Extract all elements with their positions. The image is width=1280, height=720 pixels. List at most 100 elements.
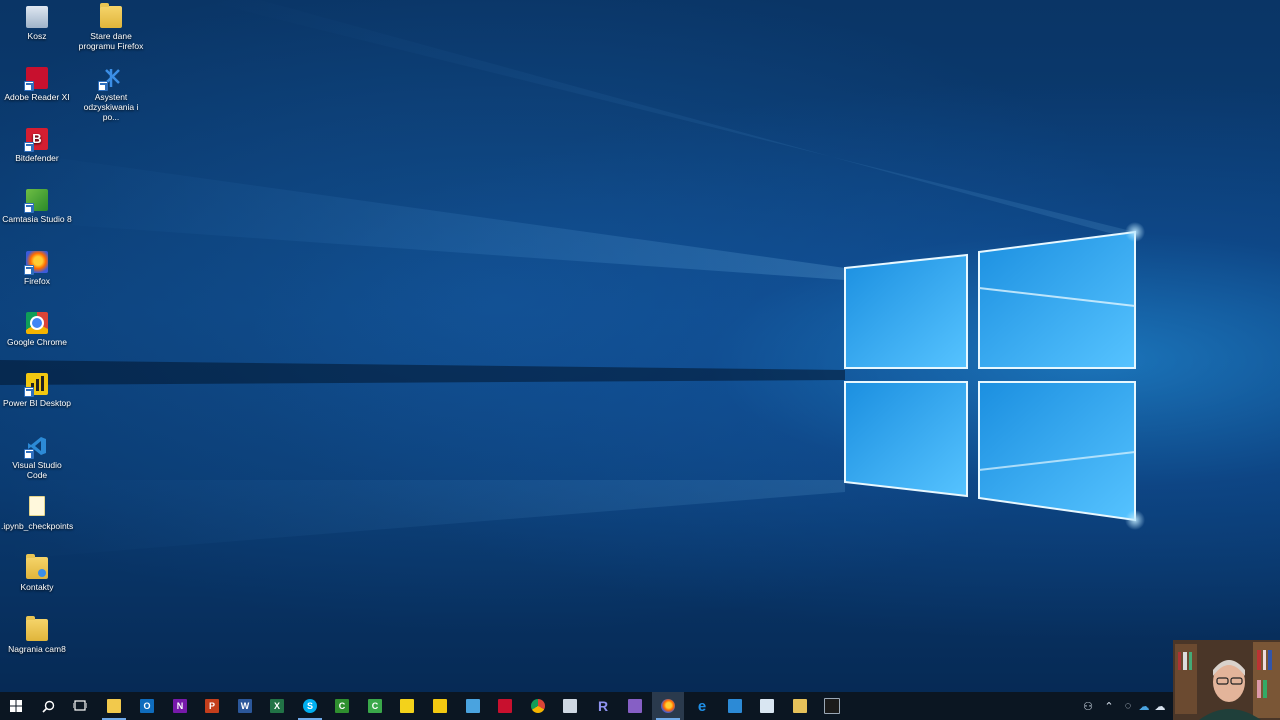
- camtasia-recorder-icon: C: [335, 699, 349, 713]
- desktop-icon-label: Nagrania cam8: [8, 644, 66, 654]
- firefox-icon: [661, 699, 675, 713]
- desktop-icon-chrome[interactable]: Google Chrome: [1, 312, 73, 347]
- camtasia-studio-icon: C: [368, 699, 382, 713]
- desktop-icon-bitdefender[interactable]: B Bitdefender: [1, 128, 73, 163]
- network-icon[interactable]: ◌: [1120, 700, 1136, 712]
- search-button[interactable]: [32, 692, 64, 720]
- adobe-reader-icon: [24, 67, 48, 91]
- taskbar-r[interactable]: R: [587, 692, 619, 720]
- desktop-icon-adobe-reader[interactable]: Adobe Reader XI: [1, 67, 73, 102]
- shortcut-arrow-icon: [98, 81, 108, 91]
- taskbar-excel[interactable]: X: [261, 692, 293, 720]
- shortcut-arrow-icon: [24, 449, 34, 459]
- excel-icon: X: [270, 699, 284, 713]
- desktop-icon-firefox[interactable]: Firefox: [1, 251, 73, 286]
- shortcut-arrow-icon: [24, 81, 34, 91]
- taskbar-acrobat[interactable]: [489, 692, 521, 720]
- taskbar-sticky-notes[interactable]: [391, 692, 423, 720]
- file-explorer-icon: [107, 699, 121, 713]
- taskbar-firefox[interactable]: [652, 692, 684, 720]
- desktop-icon-label: Camtasia Studio 8: [2, 214, 72, 224]
- desktop-icon-ipynb-checkpoints[interactable]: .ipynb_checkpoints: [1, 496, 73, 531]
- desktop-icon-label: Stare dane programu Firefox: [78, 31, 144, 51]
- file-icon: [29, 496, 45, 518]
- desktop-icon-camtasia[interactable]: Camtasia Studio 8: [1, 189, 73, 224]
- system-tray: ⚇ ⌃ ◌ ☁ ☁: [1078, 692, 1168, 720]
- windows-hero-wallpaper: [0, 0, 1145, 560]
- desktop-icon-label: Kosz: [27, 31, 47, 41]
- desktop-icon-label: Power BI Desktop: [2, 398, 72, 408]
- snipping-tool-icon: [793, 699, 807, 713]
- desktop-icon-label: Google Chrome: [6, 337, 67, 347]
- chrome-icon: [531, 699, 545, 713]
- shortcut-arrow-icon: [24, 203, 34, 213]
- desktop-icon-recovery-assistant[interactable]: Asystent odzyskiwania i po...: [75, 67, 147, 122]
- desktop-icon-label: Firefox: [24, 276, 50, 286]
- r-icon: R: [597, 698, 609, 714]
- people-icon[interactable]: ⚇: [1078, 700, 1098, 713]
- firefox-icon: [24, 251, 48, 275]
- skype-icon: S: [303, 699, 317, 713]
- word-icon: W: [238, 699, 252, 713]
- search-icon: [41, 700, 54, 713]
- task-view-icon: [73, 700, 87, 711]
- sticky-notes-icon: [400, 699, 414, 713]
- taskbar-power-bi[interactable]: [424, 692, 456, 720]
- contact-card-icon: [38, 569, 46, 577]
- desktop-icon-recordings[interactable]: Nagrania cam8: [1, 616, 73, 654]
- folder-icon: [26, 616, 48, 641]
- edge-icon: e: [697, 697, 707, 715]
- desktop-icon-contacts[interactable]: Kontakty: [1, 554, 73, 592]
- file-page-icon: [29, 496, 45, 516]
- recovery-assistant-icon: [98, 67, 122, 91]
- desktop[interactable]: Kosz Stare dane programu Firefox Adobe R…: [0, 0, 1280, 692]
- taskbar-outlook[interactable]: O: [131, 692, 163, 720]
- taskbar-edge[interactable]: e: [686, 692, 718, 720]
- taskbar: O N P W X S C C R e ⚇ ⌃ ◌ ☁ ☁: [0, 692, 1280, 720]
- taskbar-visual-studio[interactable]: [619, 692, 651, 720]
- taskbar-chrome[interactable]: [522, 692, 554, 720]
- outlook-icon: O: [140, 699, 154, 713]
- taskbar-word[interactable]: W: [229, 692, 261, 720]
- desktop-icon-recycle-bin[interactable]: Kosz: [1, 6, 73, 41]
- shortcut-arrow-icon: [24, 387, 34, 397]
- chrome-icon: [26, 312, 48, 334]
- desktop-icon-vscode[interactable]: Visual Studio Code: [1, 435, 73, 480]
- folder-icon: [100, 3, 122, 28]
- desktop-icon-label: Visual Studio Code: [12, 460, 62, 480]
- desktop-icon-power-bi[interactable]: Power BI Desktop: [1, 373, 73, 408]
- camtasia-icon: [24, 189, 48, 213]
- taskbar-file-explorer[interactable]: [98, 692, 130, 720]
- desktop-icon-label: .ipynb_checkpoints: [1, 521, 74, 531]
- start-button[interactable]: [0, 692, 32, 720]
- task-view-button[interactable]: [64, 692, 96, 720]
- taskbar-document[interactable]: [554, 692, 586, 720]
- taskbar-skype[interactable]: S: [294, 692, 326, 720]
- shortcut-arrow-icon: [24, 265, 34, 275]
- bitdefender-icon: B: [24, 128, 48, 152]
- desktop-icon-label: Adobe Reader XI: [4, 92, 70, 102]
- windows-start-icon: [10, 700, 22, 712]
- taskbar-remote-desktop[interactable]: [457, 692, 489, 720]
- taskbar-powerpoint[interactable]: P: [196, 692, 228, 720]
- powerpoint-icon: P: [205, 699, 219, 713]
- taskbar-camtasia-studio[interactable]: C: [359, 692, 391, 720]
- taskbar-snipping-tool[interactable]: [784, 692, 816, 720]
- power-bi-icon: [24, 373, 48, 397]
- taskbar-vscode[interactable]: [719, 692, 751, 720]
- desktop-icon-label: Bitdefender: [15, 153, 59, 163]
- desktop-icon-label: Asystent odzyskiwania i po...: [83, 92, 139, 122]
- desktop-icon-old-firefox-data[interactable]: Stare dane programu Firefox: [75, 3, 147, 51]
- taskbar-onenote[interactable]: N: [164, 692, 196, 720]
- power-bi-icon: [433, 699, 447, 713]
- onedrive-icon[interactable]: ☁: [1136, 700, 1152, 713]
- cloud-icon[interactable]: ☁: [1152, 700, 1168, 713]
- taskbar-camtasia-recorder[interactable]: C: [326, 692, 358, 720]
- remote-desktop-icon: [466, 699, 480, 713]
- taskbar-notepad[interactable]: [751, 692, 783, 720]
- recycle-bin-icon: [26, 6, 48, 28]
- vscode-icon: [24, 435, 48, 459]
- chevron-up-icon[interactable]: ⌃: [1098, 700, 1120, 713]
- taskbar-command-prompt[interactable]: [816, 692, 848, 720]
- shortcut-arrow-icon: [24, 142, 34, 152]
